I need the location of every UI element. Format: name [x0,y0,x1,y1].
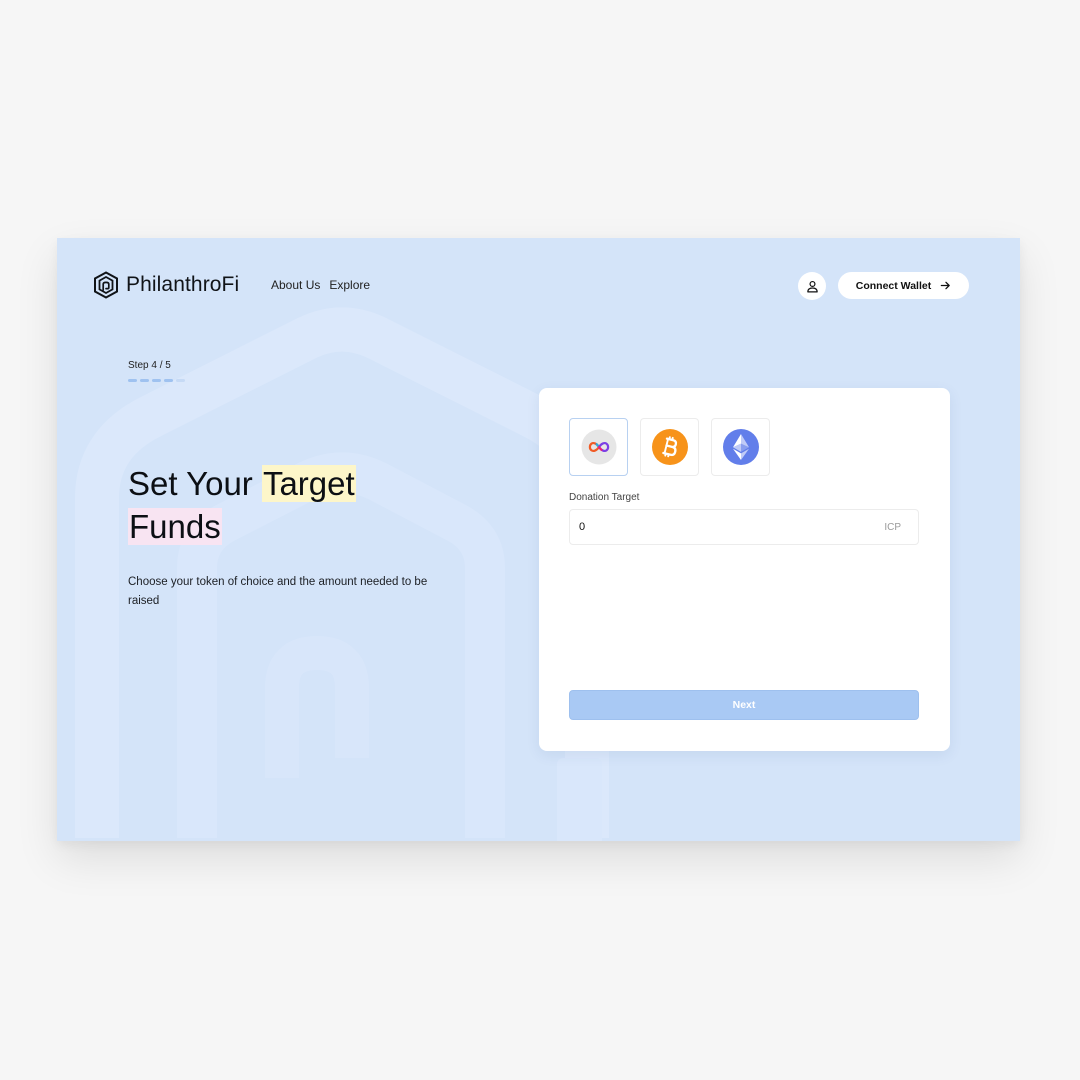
bitcoin-icon [651,429,688,465]
step-progress-segment [128,379,137,382]
brand-name: PhilanthroFi [126,273,240,296]
token-unit-label: ICP [884,521,901,533]
icp-icon [581,429,616,465]
profile-button[interactable] [798,272,826,300]
step-progress-segment [152,379,161,382]
donation-target-input[interactable] [570,509,885,545]
nav-explore[interactable]: Explore [329,278,370,292]
title-highlight-target: Target [261,465,356,502]
connect-wallet-label: Connect Wallet [855,279,932,292]
token-option-icp[interactable] [569,418,628,476]
step-indicator-label: Step 4 / 5 [128,360,171,371]
step-progress [128,379,185,382]
ethereum-icon [722,429,759,465]
title-text: Set Your [128,465,262,502]
next-button[interactable]: Next [569,690,919,720]
page-title: Set Your Target Funds [128,462,488,548]
nav-about-us[interactable]: About Us [271,278,320,292]
donation-target-label: Donation Target [569,492,640,503]
step-progress-segment [164,379,173,382]
connect-wallet-button[interactable]: Connect Wallet [838,272,969,299]
app-window: PhilanthroFi About Us Explore Connect Wa… [57,238,1020,841]
step-progress-segment [140,379,149,382]
philanthrofi-logo-icon [94,271,118,299]
token-selector [569,418,770,476]
user-icon [806,280,818,292]
donation-target-field: ICP [569,509,919,545]
brand-logo[interactable]: PhilanthroFi [93,271,239,299]
page-description: Choose your token of choice and the amou… [128,576,428,607]
arrow-right-icon [940,281,951,290]
step-progress-segment [176,379,185,382]
title-highlight-funds: Funds [128,508,222,545]
token-option-bitcoin[interactable] [640,418,699,476]
main-nav: About Us Explore [271,278,370,292]
token-option-ethereum[interactable] [711,418,770,476]
target-funds-card: Donation Target ICP Next [539,388,950,751]
